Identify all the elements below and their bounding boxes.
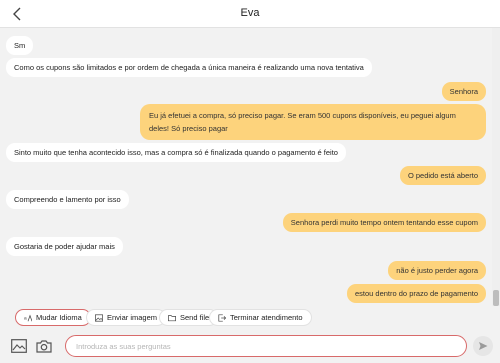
message-list[interactable]: Sm Como os cupons são limitados e por or… [0, 28, 492, 306]
send-icon [479, 342, 488, 350]
camera-button[interactable] [35, 337, 53, 355]
message-outgoing: Eu já efetuei a compra, só preciso pagar… [140, 104, 486, 140]
send-button[interactable] [473, 336, 493, 356]
send-file-label: Send file [180, 313, 210, 322]
quick-actions-bar: a Mudar Idioma Enviar imagem Send file T… [0, 306, 500, 328]
chat-header: Eva [0, 0, 500, 28]
exit-icon [218, 313, 226, 322]
message-outgoing: O pedido está aberto [399, 166, 486, 185]
contact-name: Eva [240, 7, 260, 19]
folder-icon [168, 314, 176, 321]
svg-text:a: a [24, 316, 27, 321]
change-language-label: Mudar Idioma [36, 313, 82, 322]
send-image-label: Enviar imagem [107, 313, 158, 322]
camera-icon [36, 340, 52, 353]
message-input[interactable] [65, 335, 467, 357]
end-service-button[interactable]: Terminar atendimento [209, 309, 312, 326]
message-incoming: Como os cupons são limitados e por ordem… [6, 58, 372, 77]
message-incoming: Gostaria de poder ajudar mais [6, 237, 123, 256]
message-incoming: Sm [6, 36, 34, 55]
change-language-button[interactable]: a Mudar Idioma [15, 309, 91, 326]
message-incoming: Compreendo e lamento por isso [6, 190, 129, 209]
chat-scrollbar[interactable] [492, 28, 500, 306]
end-service-label: Terminar atendimento [230, 313, 303, 322]
message-outgoing: estou dentro do prazo de pagamento [346, 284, 486, 303]
message-outgoing: não é justo perder agora [388, 261, 486, 280]
message-outgoing: Senhora perdi muito tempo ontem tentando… [282, 213, 486, 232]
message-composer [0, 328, 500, 363]
message-incoming: Sinto muito que tenha acontecido isso, m… [6, 143, 346, 162]
gallery-icon [11, 339, 27, 353]
image-icon [95, 313, 103, 322]
translate-icon: a [24, 314, 32, 321]
message-outgoing: Senhora [441, 82, 486, 101]
gallery-button[interactable] [10, 337, 28, 355]
scrollbar-thumb[interactable] [493, 290, 499, 306]
send-image-button[interactable]: Enviar imagem [86, 309, 167, 326]
